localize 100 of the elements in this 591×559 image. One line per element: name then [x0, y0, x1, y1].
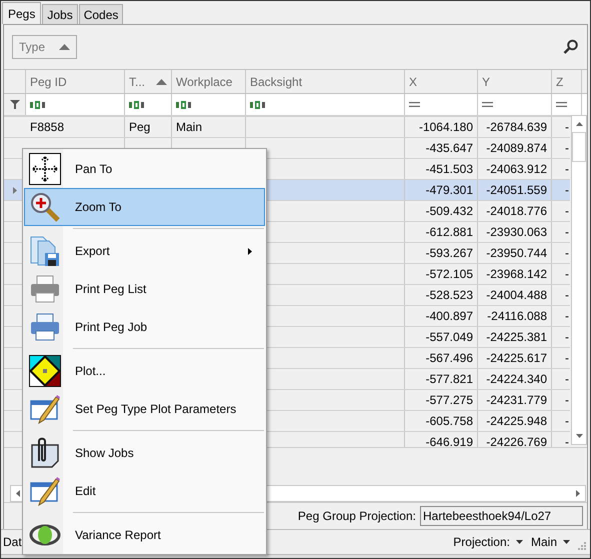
column-header[interactable]: Y — [478, 70, 552, 93]
group-by-button[interactable]: Type — [12, 35, 78, 59]
table-cell: -24225.948 — [486, 414, 547, 428]
table-cell: -24018.776 — [486, 204, 547, 218]
column-header[interactable]: Z — [552, 70, 582, 93]
menu-item[interactable]: Show Jobs — [24, 434, 265, 472]
table-cell: - — [565, 414, 569, 428]
table-cell: - — [565, 351, 569, 365]
table-cell: -479.301 — [426, 183, 473, 197]
dropdown-arrow-icon — [563, 540, 570, 544]
table-cell: -23950.744 — [486, 246, 547, 260]
scroll-up-icon[interactable] — [576, 122, 582, 126]
sort-up-icon — [59, 44, 70, 50]
text-filter-icon[interactable] — [250, 100, 265, 108]
equals-filter-icon[interactable] — [409, 102, 420, 107]
table-cell: Main — [176, 120, 202, 134]
projection-field[interactable]: Hartebeesthoek94/Lo27 — [420, 506, 583, 526]
resize-grip-icon[interactable] — [578, 542, 586, 550]
table-cell: - — [565, 288, 569, 302]
table-cell: -24225.617 — [486, 351, 547, 365]
table-cell: -646.919 — [426, 435, 473, 447]
column-header[interactable]: Peg ID — [26, 70, 125, 93]
projection-dropdown[interactable]: Projection: — [453, 535, 523, 549]
table-cell: - — [565, 309, 569, 323]
table-cell: Peg — [129, 120, 150, 134]
text-filter-icon[interactable] — [30, 100, 45, 108]
export-document-icon — [29, 235, 61, 267]
text-filter-icon[interactable] — [129, 100, 144, 108]
edit-window-icon — [29, 475, 61, 507]
tab[interactable]: Pegs — [2, 2, 42, 24]
table-cell: -24225.381 — [486, 330, 547, 344]
table-cell: - — [565, 162, 569, 176]
table-cell: - — [565, 204, 569, 218]
table-cell: -528.523 — [426, 288, 473, 302]
table-cell: -509.432 — [426, 204, 473, 218]
table-cell: - — [565, 183, 569, 197]
column-header[interactable]: Workplace — [172, 70, 246, 93]
column-header[interactable]: Backsight — [246, 70, 405, 93]
table-cell: -593.267 — [426, 246, 473, 260]
table-cell: -23930.063 — [486, 225, 547, 239]
table-cell: -451.503 — [426, 162, 473, 176]
workplace-dropdown[interactable]: Main — [530, 535, 570, 549]
table-cell: F8858 — [30, 120, 64, 134]
table-cell: - — [565, 225, 569, 239]
table-cell: -23968.142 — [486, 267, 547, 281]
search-icon[interactable] — [563, 39, 579, 55]
zoom-in-icon — [29, 191, 61, 223]
status-text: Dat — [3, 535, 22, 549]
table-cell: -24226.769 — [486, 435, 547, 447]
table-cell: - — [565, 246, 569, 260]
equals-filter-icon[interactable] — [556, 102, 567, 107]
vertical-scrollbar[interactable] — [571, 115, 587, 445]
table-cell: -24231.779 — [486, 393, 547, 407]
plot-icon — [29, 355, 61, 387]
printer-icon — [29, 311, 61, 343]
table-cell: -567.496 — [426, 351, 473, 365]
scroll-down-icon[interactable] — [576, 434, 582, 438]
table-cell: -605.758 — [426, 414, 473, 428]
clipboard-icon — [29, 437, 61, 469]
table-cell: -24116.088 — [487, 309, 547, 323]
table-cell: -24224.340 — [486, 372, 547, 386]
table-row[interactable]: F8858 Peg Main -1064.180 -26784.639 - — [4, 117, 570, 138]
table-cell: - — [565, 393, 569, 407]
table-cell: -24004.488 — [486, 288, 547, 302]
projection-label: Peg Group Projection: — [298, 509, 416, 523]
table-cell: -612.881 — [426, 225, 473, 239]
table-cell: -1064.180 — [418, 120, 473, 134]
table-cell: -572.105 — [426, 267, 473, 281]
scroll-left-icon[interactable] — [16, 490, 20, 497]
printer-icon — [29, 273, 61, 305]
column-header[interactable]: T... — [125, 70, 172, 93]
dropdown-arrow-icon — [516, 540, 523, 544]
scroll-right-icon[interactable] — [576, 490, 580, 497]
table-cell: -24051.559 — [486, 183, 547, 197]
column-header[interactable]: X — [405, 70, 478, 93]
menu-item[interactable]: Variance Report — [24, 516, 265, 554]
table-cell: -577.821 — [426, 372, 473, 386]
table-cell: - — [565, 330, 569, 344]
variance-icon — [29, 524, 61, 546]
menu-item[interactable]: Zoom To — [24, 188, 265, 226]
edit-window-icon — [29, 393, 61, 425]
table-cell: - — [565, 372, 569, 386]
table-cell: -24089.874 — [486, 141, 547, 155]
menu-item[interactable]: Edit — [24, 472, 265, 510]
move-arrows-icon — [29, 153, 61, 185]
table-cell: - — [565, 435, 569, 447]
current-row-icon — [13, 186, 17, 194]
text-filter-icon[interactable] — [176, 100, 191, 108]
scroll-thumb[interactable] — [572, 132, 586, 162]
equals-filter-icon[interactable] — [482, 102, 493, 107]
table-cell: -26784.639 — [486, 120, 547, 134]
tab[interactable]: Jobs — [42, 4, 78, 24]
filter-icon — [10, 100, 20, 109]
table-cell: -24063.912 — [486, 162, 547, 176]
table-cell: -435.647 — [426, 141, 473, 155]
table-cell: - — [565, 141, 569, 155]
tab[interactable]: Codes — [78, 4, 124, 24]
table-cell: -577.275 — [426, 393, 473, 407]
table-cell: - — [565, 267, 569, 281]
table-cell: -400.897 — [426, 309, 473, 323]
